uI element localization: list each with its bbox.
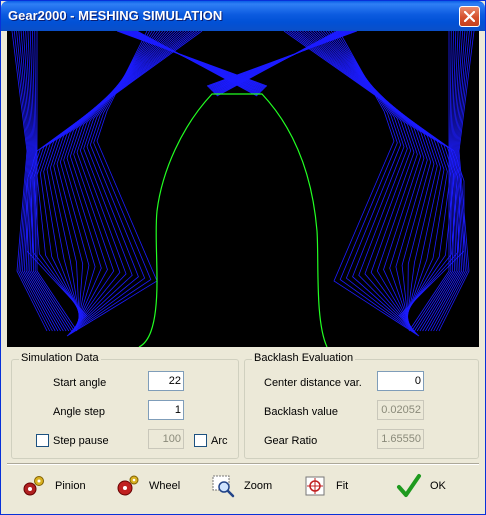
checkmark-icon [397, 474, 421, 497]
step-pause-checkbox[interactable] [36, 434, 49, 447]
gear-mesh-drawing [11, 31, 475, 347]
gear-ratio-field: 1.65550 [377, 429, 424, 449]
ok-label: OK [430, 480, 446, 492]
start-angle-label: Start angle [53, 377, 107, 389]
title-bar[interactable]: Gear2000 - MESHING SIMULATION [1, 1, 485, 31]
simulation-data-title: Simulation Data [19, 352, 101, 364]
zoom-label: Zoom [244, 480, 273, 492]
wheel-label: Wheel [149, 480, 181, 492]
center-distance-field[interactable]: 0 [377, 371, 424, 391]
ok-button[interactable]: OK [396, 471, 446, 501]
pinion-tooth-profile [138, 93, 328, 347]
arc-checkbox[interactable] [194, 434, 207, 447]
magnifier-icon [212, 475, 235, 498]
gear-ratio-label: Gear Ratio [264, 435, 318, 447]
pinion-gear-icon [23, 476, 44, 496]
start-angle-field[interactable]: 22 [148, 371, 184, 391]
backlash-value-label: Backlash value [264, 406, 338, 418]
arc-label: Arc [211, 435, 228, 447]
angle-step-label: Angle step [53, 406, 105, 418]
zoom-button[interactable]: Zoom [210, 471, 272, 501]
fit-label: Fit [336, 480, 349, 492]
wheel-button[interactable]: Wheel [115, 471, 180, 501]
pinion-button[interactable]: Pinion [21, 471, 86, 501]
meshing-simulation-window: Gear2000 - MESHING SIMULATION Simulation… [0, 0, 486, 515]
wheel-tooth-envelope [11, 31, 475, 337]
fit-target-icon [305, 476, 325, 496]
step-pause-label: Step pause [53, 435, 109, 447]
fit-button[interactable]: Fit [302, 471, 348, 501]
wheel-gear-icon [117, 475, 139, 496]
meshing-canvas[interactable] [7, 31, 479, 347]
close-button[interactable] [459, 6, 480, 27]
backlash-value-field: 0.02052 [377, 400, 424, 420]
toolbar-separator [7, 463, 479, 465]
backlash-evaluation-title: Backlash Evaluation [252, 352, 356, 364]
angle-step-field[interactable]: 1 [148, 400, 184, 420]
step-pause-field: 100 [148, 429, 184, 449]
center-distance-label: Center distance var. [264, 377, 362, 389]
window-title: Gear2000 - MESHING SIMULATION [8, 8, 223, 23]
pinion-label: Pinion [55, 480, 86, 492]
close-icon [464, 11, 475, 22]
